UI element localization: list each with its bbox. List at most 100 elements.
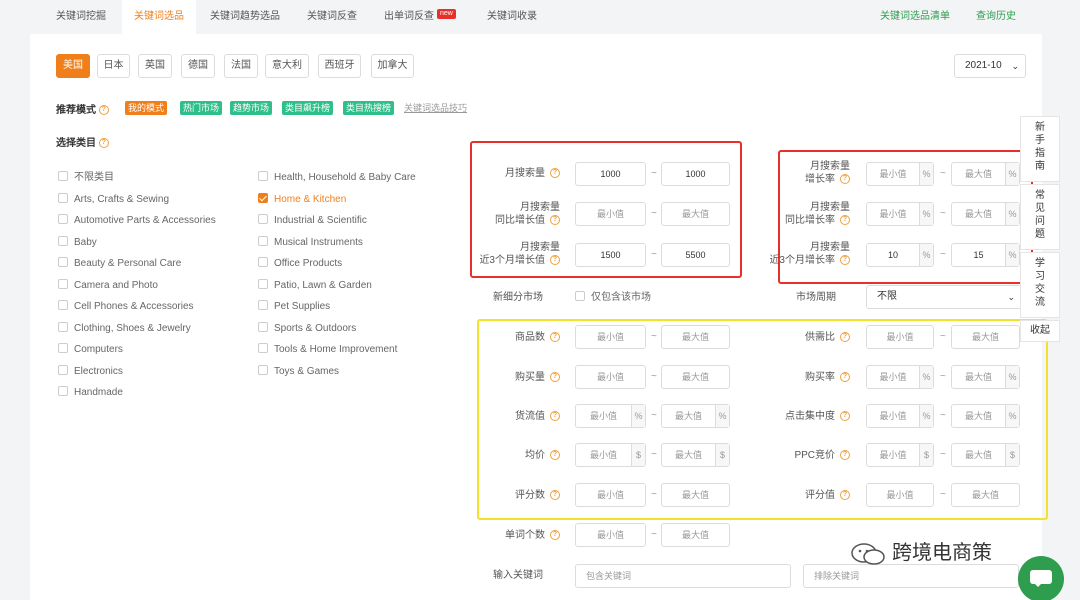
help-icon[interactable]: ?	[550, 450, 560, 461]
checkbox[interactable]	[258, 235, 268, 246]
category-item[interactable]: Musical Instruments	[258, 235, 363, 250]
category-item[interactable]: Toys & Games	[258, 364, 339, 379]
category-item[interactable]: 不限类目	[58, 171, 114, 185]
purchase-volume-min[interactable]: 最小值	[575, 365, 646, 389]
country-it[interactable]: 意大利	[265, 54, 309, 78]
country-ca[interactable]: 加拿大	[371, 54, 414, 78]
mode-category-hot[interactable]: 类目热搜榜	[343, 101, 395, 115]
word-count-min[interactable]: 最小值	[575, 523, 646, 547]
category-item[interactable]: Sports & Outdoors	[258, 321, 356, 336]
help-icon[interactable]: ?	[550, 372, 560, 383]
yoy-growth-value-min[interactable]: 最小值	[575, 202, 646, 226]
month-select[interactable]: 2021-10 ⌄	[954, 54, 1026, 78]
help-icon[interactable]: ?	[550, 215, 560, 226]
country-fr[interactable]: 法国	[224, 54, 258, 78]
mode-trend-market[interactable]: 趋势市场	[230, 101, 273, 115]
ppc-bid-max[interactable]: 最大值 $	[951, 443, 1020, 467]
checkbox[interactable]	[58, 214, 68, 225]
help-icon[interactable]: ?	[840, 332, 850, 343]
checkbox[interactable]	[58, 321, 68, 332]
checkbox[interactable]	[58, 364, 68, 375]
tab-keyword-selection[interactable]: 关键词选品	[122, 0, 196, 34]
rating-min[interactable]: 最小值	[866, 483, 934, 507]
checkbox[interactable]	[58, 171, 68, 182]
checkbox[interactable]	[258, 278, 268, 289]
help-icon[interactable]: ?	[840, 174, 850, 185]
word-count-max[interactable]: 最大值	[661, 523, 730, 547]
include-keyword-input[interactable]: 包含关键词	[575, 564, 791, 588]
help-icon[interactable]: ?	[550, 411, 560, 422]
click-concentration-max[interactable]: 最大值%	[951, 404, 1020, 428]
new-market-checkbox[interactable]: 仅包含该市场	[575, 291, 651, 305]
category-item[interactable]: Cell Phones & Accessories	[58, 300, 194, 314]
checkbox[interactable]	[58, 235, 68, 246]
help-icon[interactable]: ?	[98, 105, 109, 116]
avg-price-min[interactable]: 最小值 $	[575, 443, 646, 467]
purchase-rate-max[interactable]: 最大值%	[951, 365, 1020, 389]
checkbox[interactable]	[258, 321, 268, 332]
supply-demand-min[interactable]: 最小值	[866, 325, 934, 349]
help-icon[interactable]: ?	[550, 255, 560, 266]
help-icon[interactable]: ?	[840, 215, 850, 226]
checkbox[interactable]	[258, 300, 268, 311]
checkbox[interactable]	[58, 278, 68, 289]
help-icon[interactable]: ?	[840, 411, 850, 422]
review-count-max[interactable]: 最大值	[661, 483, 730, 507]
category-item[interactable]: Automotive Parts & Accessories	[58, 214, 216, 228]
monthly-search-min[interactable]: 1000	[575, 162, 646, 186]
three-month-growth-rate-max[interactable]: 15%	[951, 243, 1020, 267]
country-us[interactable]: 美国	[56, 54, 90, 78]
monopoly-min[interactable]: 最小值%	[575, 404, 646, 428]
side-tab-faq[interactable]: 常见问题	[1020, 184, 1060, 250]
monthly-growth-rate-max[interactable]: 最大值%	[951, 162, 1020, 186]
help-icon[interactable]: ?	[840, 490, 850, 501]
monopoly-max[interactable]: 最大值%	[661, 404, 730, 428]
checkbox[interactable]	[258, 214, 268, 225]
category-item[interactable]: Clothing, Shoes & Jewelry	[58, 321, 191, 336]
tab-keyword-trend[interactable]: 关键词趋势选品	[210, 0, 280, 34]
help-icon[interactable]: ?	[840, 450, 850, 461]
history-link[interactable]: 查询历史	[976, 0, 1016, 34]
category-item[interactable]: Pet Supplies	[258, 300, 330, 314]
checkbox[interactable]	[58, 192, 68, 203]
tab-order-keyword-reverse[interactable]: 出单词反查	[384, 0, 434, 34]
chat-button[interactable]	[1018, 556, 1064, 600]
side-tab-guide[interactable]: 新手指南	[1020, 116, 1060, 182]
three-month-growth-value-min[interactable]: 1500	[575, 243, 646, 267]
purchase-rate-min[interactable]: 最小值%	[866, 365, 934, 389]
checkbox[interactable]	[58, 386, 68, 397]
product-count-max[interactable]: 最大值	[661, 325, 730, 349]
category-item[interactable]: Patio, Lawn & Garden	[258, 278, 372, 293]
category-item[interactable]: Home & Kitchen	[258, 192, 346, 207]
selection-list-link[interactable]: 关键词选品清单	[880, 0, 950, 34]
category-item[interactable]: Office Products	[258, 257, 342, 271]
exclude-keyword-input[interactable]: 排除关键词	[803, 564, 1019, 588]
checkbox[interactable]	[575, 291, 585, 302]
category-item[interactable]: Health, Household & Baby Care	[258, 171, 416, 185]
country-uk[interactable]: 英国	[138, 54, 172, 78]
mode-my[interactable]: 我的模式	[125, 101, 168, 115]
side-tab-learn[interactable]: 学习交流	[1020, 252, 1060, 318]
help-icon[interactable]: ?	[840, 372, 850, 383]
monthly-search-max[interactable]: 1000	[661, 162, 730, 186]
country-jp[interactable]: 日本	[97, 54, 130, 78]
category-item[interactable]: Camera and Photo	[58, 278, 158, 293]
tab-keyword-index[interactable]: 关键词收录	[487, 0, 537, 34]
monthly-growth-rate-min[interactable]: 最小值%	[866, 162, 934, 186]
yoy-growth-value-max[interactable]: 最大值	[661, 202, 730, 226]
category-item[interactable]: Arts, Crafts & Sewing	[58, 192, 169, 207]
country-es[interactable]: 西班牙	[318, 54, 361, 78]
mode-hot-market[interactable]: 热门市场	[180, 101, 223, 115]
mode-category-surge[interactable]: 类目飙升榜	[282, 101, 334, 115]
category-item[interactable]: Computers	[58, 343, 123, 357]
avg-price-max[interactable]: 最大值 $	[661, 443, 730, 467]
selection-tips-link[interactable]: 关键词选品技巧	[404, 101, 467, 115]
category-item[interactable]: Electronics	[58, 364, 123, 379]
help-icon[interactable]: ?	[550, 168, 560, 179]
checkbox[interactable]	[258, 364, 268, 375]
country-de[interactable]: 德国	[181, 54, 215, 78]
rating-max[interactable]: 最大值	[951, 483, 1020, 507]
checkbox[interactable]	[258, 343, 268, 354]
checkbox[interactable]	[58, 343, 68, 354]
help-icon[interactable]: ?	[550, 332, 560, 343]
